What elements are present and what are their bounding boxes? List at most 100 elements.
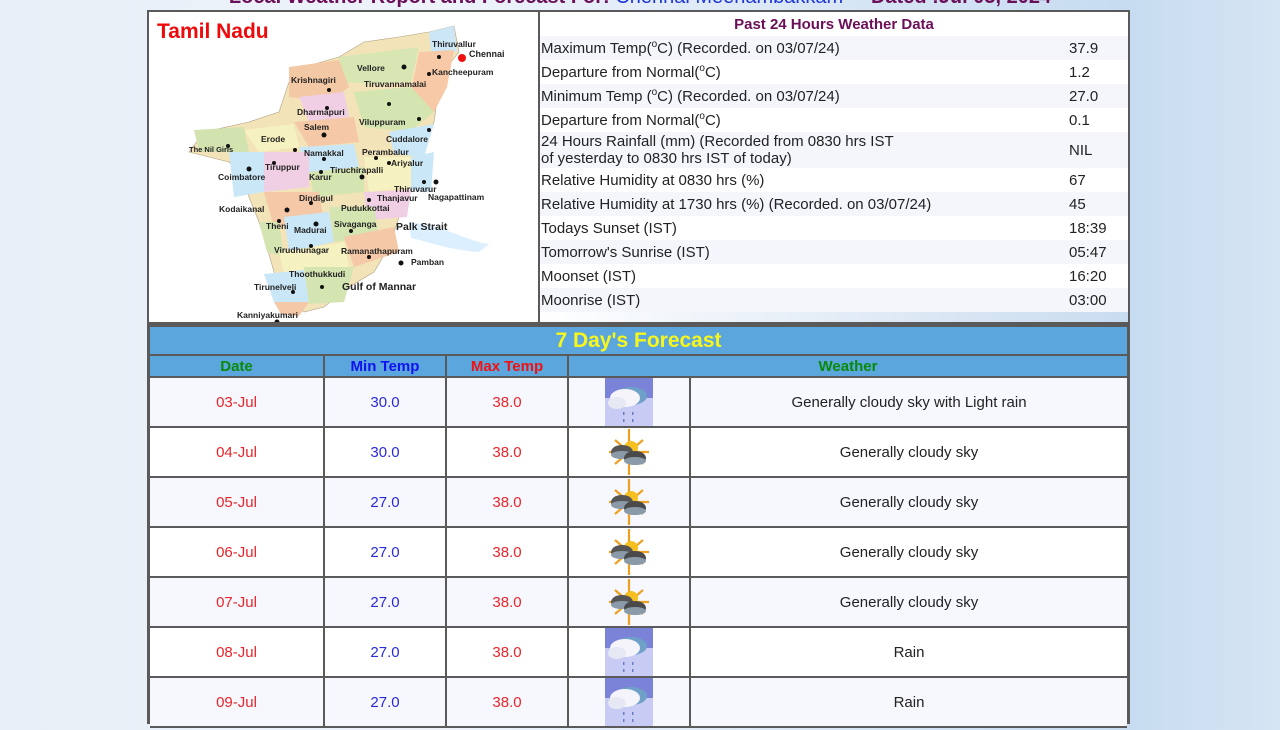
map-label: Thanjavur	[377, 193, 418, 203]
map-label: Salem	[304, 122, 329, 132]
past-24-label: Tomorrow's Sunrise (IST)	[540, 240, 1069, 264]
label-text: Tomorrow's Sunrise (IST)	[541, 243, 710, 261]
partly-cloudy-icon	[605, 428, 653, 476]
map-label: Ramanathapuram	[341, 246, 413, 256]
forecast-min-temp: 27.0	[324, 627, 447, 678]
map-label: Kodaikanal	[219, 204, 264, 214]
label-suffix: C) (Recorded. on 03/07/24)	[657, 87, 840, 105]
forecast-date: 06-Jul	[150, 527, 325, 578]
map-label: Nagapattinam	[428, 192, 485, 202]
forecast-max-temp: 38.0	[446, 427, 569, 478]
forecast-max-temp: 38.0	[446, 627, 569, 678]
forecast-date: 07-Jul	[150, 577, 325, 628]
map-label: Madurai	[294, 225, 327, 235]
region-tiruppur	[264, 152, 309, 192]
label-text: Minimum Temp (	[541, 87, 652, 105]
forecast-row: 06-Jul 27.0 38.0 Generally cloudy sky	[150, 527, 1127, 578]
station-name: Chennai Meenambakkam	[615, 0, 843, 8]
forecast-min-temp: 27.0	[324, 477, 447, 528]
label-suffix: C) (Recorded. on 03/07/24)	[657, 39, 840, 57]
past-24-label: Departure from Normal(oC)	[540, 60, 1069, 84]
forecast-weather-text: Generally cloudy sky with Light rain	[690, 377, 1127, 428]
forecast-icon-cell	[568, 527, 691, 578]
chennai-marker	[458, 54, 466, 62]
past-24-label: Relative Humidity at 1730 hrs (%) (Recor…	[540, 192, 1069, 216]
forecast-icon-cell	[568, 377, 691, 428]
past-24-hours-table: Past 24 Hours Weather Data Maximum Temp(…	[540, 12, 1128, 312]
forecast-date: 08-Jul	[150, 627, 325, 678]
tamil-nadu-map: Thiruvallur Chennai Vellore Kancheepuram…	[149, 12, 540, 322]
past-24-label: Moonrise (IST)	[540, 288, 1069, 312]
map-label: Thoothukkudi	[289, 269, 345, 279]
map-label: Tirunelveli	[254, 282, 296, 292]
past-24-value: 18:39	[1069, 216, 1128, 240]
past-24-row: Minimum Temp (oC) (Recorded. on 03/07/24…	[540, 84, 1128, 108]
map-label: Erode	[261, 134, 285, 144]
map-label: Coimbatore	[218, 172, 266, 182]
label-suffix: C)	[704, 111, 721, 129]
forecast-min-temp: 30.0	[324, 377, 447, 428]
past-24-value: 67	[1069, 168, 1128, 192]
label-line2: of yesterday to 0830 hrs IST of today)	[541, 150, 792, 167]
forecast-max-temp: 38.0	[446, 377, 569, 428]
forecast-icon-cell	[568, 577, 691, 628]
past-24-value: 27.0	[1069, 84, 1128, 108]
forecast-date: 04-Jul	[150, 427, 325, 478]
page-title: Local Weather Report and Forecast For: C…	[0, 0, 1280, 8]
label-text: Moonrise (IST)	[541, 291, 641, 309]
forecast-date: 03-Jul	[150, 377, 325, 428]
map-label: Chennai	[469, 49, 505, 59]
map-label: Dharmapuri	[297, 107, 345, 117]
map-label: Perambalur	[362, 147, 409, 157]
map-label: Thiruvallur	[432, 39, 477, 49]
past-24-row: Moonset (IST) 16:20	[540, 264, 1128, 288]
past-24-heading: Past 24 Hours Weather Data	[540, 12, 1128, 36]
forecast-weather-text: Generally cloudy sky	[690, 577, 1127, 628]
forecast-max-temp: 38.0	[446, 477, 569, 528]
map-label: Viluppuram	[359, 117, 406, 127]
map-label: Krishnagiri	[291, 75, 336, 85]
map-label: Palk Strait	[396, 221, 448, 233]
map-label: Pudukkottai	[341, 203, 390, 213]
label-text: 24 Hours Rainfall (mm) (Recorded from 08…	[541, 133, 894, 150]
past-24-value: 05:47	[1069, 240, 1128, 264]
forecast-min-temp: 27.0	[324, 527, 447, 578]
column-header-weather: Weather	[568, 356, 1127, 378]
forecast-icon-cell	[568, 627, 691, 678]
past-24-label: Departure from Normal(oC)	[540, 108, 1069, 132]
forecast-table: Date Min Temp Max Temp Weather 03-Jul 30.…	[150, 356, 1127, 728]
past-24-row: Todays Sunset (IST) 18:39	[540, 216, 1128, 240]
forecast-row: 04-Jul 30.0 38.0 Generally cloudy sky	[150, 427, 1127, 478]
map-label: Namakkal	[304, 148, 344, 158]
partly-cloudy-icon	[605, 478, 653, 526]
forecast-weather-text: Generally cloudy sky	[690, 527, 1127, 578]
forecast-weather-text: Rain	[690, 627, 1127, 678]
forecast-row: 08-Jul 27.0 38.0 Rain	[150, 627, 1127, 678]
cloud-rain-icon	[605, 628, 653, 676]
forecast-icon-cell	[568, 427, 691, 478]
past-24-label: Todays Sunset (IST)	[540, 216, 1069, 240]
past-24-value: 16:20	[1069, 264, 1128, 288]
past-24-label: Minimum Temp (oC) (Recorded. on 03/07/24…	[540, 84, 1069, 108]
forecast-date: 05-Jul	[150, 477, 325, 528]
map-label: The Nil Giris	[189, 145, 233, 154]
past-24-label: 24 Hours Rainfall (mm) (Recorded from 08…	[540, 132, 1069, 168]
current-weather-panel: Thiruvallur Chennai Vellore Kancheepuram…	[147, 10, 1130, 324]
map-label: Tiruppur	[265, 162, 300, 172]
map-label: Dindigul	[299, 193, 333, 203]
map-label: Kanniyakumari	[237, 310, 298, 320]
map-label: Theni	[266, 221, 289, 231]
map-label: Tiruchirapalli	[330, 165, 383, 175]
map-title: Tamil Nadu	[157, 20, 269, 43]
label-text: Maximum Temp(	[541, 39, 652, 57]
partly-cloudy-icon	[605, 578, 653, 626]
partly-cloudy-icon	[605, 528, 653, 576]
column-header-max-temp: Max Temp	[446, 356, 569, 378]
forecast-min-temp: 27.0	[324, 577, 447, 628]
past-24-label: Maximum Temp(oC) (Recorded. on 03/07/24)	[540, 36, 1069, 60]
cloud-rain-icon	[605, 678, 653, 726]
report-date: Dated :Jul 03, 2024	[871, 0, 1051, 8]
label-text: Moonset (IST)	[541, 267, 637, 285]
forecast-row: 05-Jul 27.0 38.0 Generally cloudy sky	[150, 477, 1127, 528]
past-24-row: Relative Humidity at 0830 hrs (%) 67	[540, 168, 1128, 192]
